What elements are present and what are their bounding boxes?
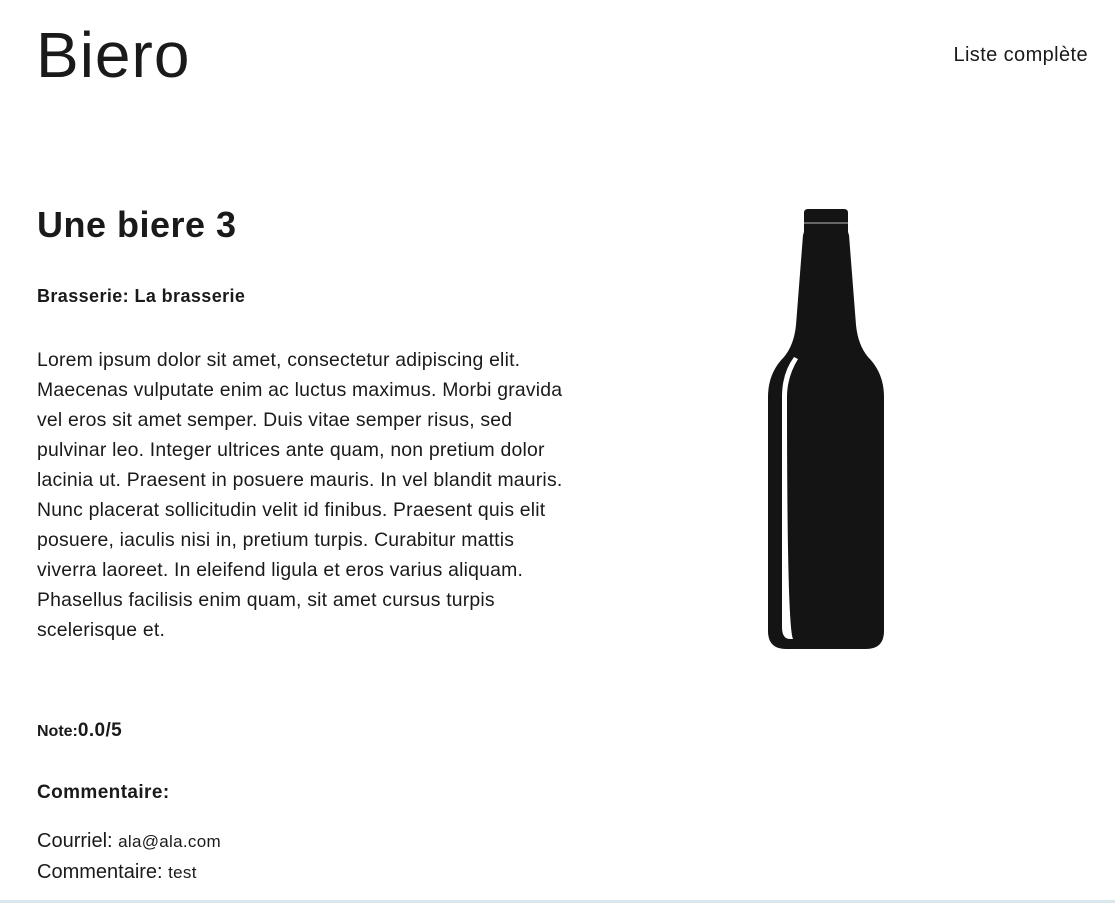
beer-description: Lorem ipsum dolor sit amet, consectetur …	[37, 349, 563, 641]
comment-email: ala@ala.com	[118, 832, 221, 851]
full-list-link[interactable]: Liste complète	[953, 44, 1088, 67]
comment-text-row: Commentaire: test	[37, 857, 221, 888]
comment-text-label: Commentaire:	[37, 861, 169, 883]
site-logo[interactable]: Biero	[36, 18, 190, 92]
comment-email-label: Courriel:	[37, 830, 119, 852]
beer-title: Une biere 3	[37, 204, 237, 245]
beer-bottle-icon	[768, 209, 884, 649]
brewery-label: Brasserie: La brasserie	[37, 286, 246, 306]
comment-email-row: Courriel: ala@ala.com	[37, 826, 221, 857]
rating-label: Note:	[37, 723, 78, 740]
comment-item: Courriel: ala@ala.com Commentaire: test	[37, 826, 221, 888]
page: Biero Liste complète Une biere 3 Brasser…	[0, 0, 1115, 903]
rating: Note:0.0/5	[37, 720, 122, 742]
rating-value: 0.0/5	[77, 720, 123, 741]
comments-heading: Commentaire:	[37, 782, 170, 803]
comment-text: test	[168, 863, 197, 882]
